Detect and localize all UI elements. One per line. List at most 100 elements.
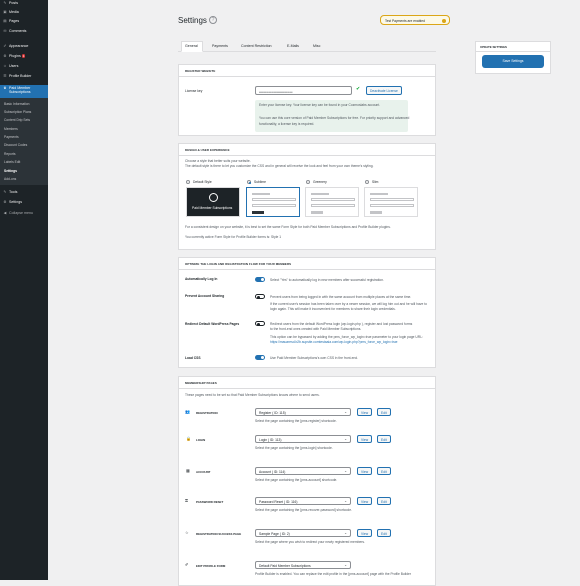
menu-item-pages[interactable]: ▤ Pages <box>3 19 19 23</box>
login-page-select[interactable]: Login ( ID: 113) ⌄ <box>255 435 351 443</box>
login-edit-button[interactable]: Edit <box>377 435 391 443</box>
menu-item-users[interactable]: ☺ Users <box>3 64 18 68</box>
registration-success-page-select[interactable]: Sample Page ( ID: 2) ⌄ <box>255 529 351 537</box>
style-radio-slim[interactable] <box>365 180 369 184</box>
style-preview-sublime[interactable] <box>246 187 300 217</box>
menu-item-media[interactable]: ▣ Media <box>3 10 19 14</box>
registration-page-select[interactable]: Register ( ID: 115) ⌄ <box>255 408 351 416</box>
preview-field <box>252 204 296 207</box>
menu-item-paid-member-subscriptions[interactable]: ♛ Paid Member Subscriptions <box>0 85 48 98</box>
profile-builder-icon: ☰ <box>3 74 7 78</box>
registration-view-button[interactable]: View <box>357 408 373 416</box>
admin-sidebar: ✎ Posts ▣ Media ▤ Pages ✉ Comments ✐ Appearan… <box>0 0 48 580</box>
select-value: Password Reset ( ID: 116) <box>259 500 298 504</box>
style-preview-greenery[interactable] <box>305 187 359 217</box>
menu-item-plugins[interactable]: ⚙ Plugins 1 <box>3 54 26 58</box>
auto-login-toggle[interactable] <box>255 277 265 282</box>
select-value: Register ( ID: 115) <box>259 411 286 415</box>
menu-item-posts[interactable]: ✎ Posts <box>3 1 18 5</box>
card-title: DESIGN & USER EXPERIENCE <box>179 144 435 156</box>
tab-content-restriction[interactable]: Content Restriction <box>241 44 272 48</box>
menu-label: Plugins <box>9 54 21 58</box>
submenu-labels-edit[interactable]: Labels Edit <box>4 160 20 164</box>
account-page-select[interactable]: Account ( ID: 114) ⌄ <box>255 467 351 475</box>
tab-e-mails[interactable]: E-Mails <box>287 44 299 48</box>
submenu-members[interactable]: Members <box>4 127 18 131</box>
password-reset-view-button[interactable]: View <box>357 497 373 505</box>
redirect-wp-desc-2: to the front-end ones created with Paid … <box>270 327 362 331</box>
card-title: REGISTER WEBSITE <box>179 65 435 77</box>
redirect-wp-toggle[interactable] <box>255 321 265 326</box>
submenu-settings[interactable]: Settings <box>4 169 17 173</box>
save-settings-button[interactable]: Save Settings <box>482 55 544 68</box>
edit-profile-form-select[interactable]: Default Paid Member Subscriptions ⌄ <box>255 561 351 569</box>
menu-label: Settings <box>9 200 22 204</box>
submenu-add-ons[interactable]: Add-ons <box>4 177 16 181</box>
submenu-basic-information[interactable]: Basic Information <box>4 102 29 106</box>
registration-success-view-button[interactable]: View <box>357 529 373 537</box>
register-website-card: REGISTER WEBSITE License key •••••••••••… <box>178 64 436 136</box>
preview-field <box>252 198 296 201</box>
menu-label: Collapse menu <box>9 211 33 215</box>
redirect-wp-url-link[interactable]: https://mauaresd.b2b.supsite.comtestaaia… <box>270 340 397 344</box>
chevron-down-icon: ⌄ <box>344 499 347 503</box>
preview-field <box>311 204 355 207</box>
account-page-desc: Select the page containing the [pms-acco… <box>255 478 338 482</box>
comments-icon: ✉ <box>3 29 7 33</box>
style-radio-greenery[interactable] <box>306 180 310 184</box>
menu-label: Comments <box>9 29 27 33</box>
menu-label: Appearance <box>9 44 29 48</box>
menu-item-settings[interactable]: ⚙ Settings <box>3 200 22 204</box>
auto-login-desc: Select "Yes" to automatically log in new… <box>270 278 384 282</box>
style-radio-default[interactable] <box>186 180 190 184</box>
page-label-registration: REGISTRATION <box>196 411 218 415</box>
registration-success-edit-button[interactable]: Edit <box>377 529 391 537</box>
help-icon[interactable]: ? <box>209 16 217 24</box>
login-page-desc: Select the page containing the [pms-logi… <box>255 446 333 450</box>
style-label-slim: Slim <box>372 180 379 184</box>
license-key-input[interactable]: •••••••••••••••••••••••••••••••• <box>255 86 352 95</box>
menu-label: Posts <box>9 1 18 5</box>
update-settings-panel: UPDATE SETTINGS Save Settings <box>475 41 551 74</box>
page-label-login: LOGIN <box>196 438 206 442</box>
submenu-reports[interactable]: Reports <box>4 152 16 156</box>
submenu-discount-codes[interactable]: Discount Codes <box>4 143 27 147</box>
submenu-payments[interactable]: Payments <box>4 135 19 139</box>
style-preview-slim[interactable] <box>364 187 418 217</box>
submenu-subscription-plans[interactable]: Subscription Plans <box>4 110 31 114</box>
star-icon: ☆ <box>185 530 189 535</box>
tab-payments[interactable]: Payments <box>212 44 228 48</box>
preview-line <box>252 193 270 195</box>
preview-line <box>370 193 388 195</box>
menu-item-tools[interactable]: ✎ Tools <box>3 190 17 194</box>
style-preview-default[interactable]: Paid Member Subscriptions <box>186 187 240 217</box>
page-label-account: ACCOUNT <box>196 470 211 474</box>
registration-edit-button[interactable]: Edit <box>377 408 391 416</box>
update-count-badge: 1 <box>21 54 26 58</box>
tab-general[interactable]: General <box>185 44 198 48</box>
chevron-down-icon: ⌄ <box>344 563 347 567</box>
deactivate-license-button[interactable]: Deactivate License <box>366 86 402 95</box>
account-view-button[interactable]: View <box>357 467 373 475</box>
account-edit-button[interactable]: Edit <box>377 467 391 475</box>
load-css-toggle[interactable] <box>255 355 265 360</box>
submenu-content-drip-sets[interactable]: Content Drip Sets <box>4 118 30 122</box>
preview-field <box>370 204 414 207</box>
login-view-button[interactable]: View <box>357 435 373 443</box>
select-value: Sample Page ( ID: 2) <box>259 532 290 536</box>
password-reset-page-select[interactable]: Password Reset ( ID: 116) ⌄ <box>255 497 351 505</box>
password-reset-edit-button[interactable]: Edit <box>377 497 391 505</box>
menu-label: Users <box>9 64 19 68</box>
collapse-menu-button[interactable]: ◀ Collapse menu <box>3 211 33 215</box>
users-icon: ☺ <box>3 64 7 68</box>
card-title: MEMBERSHIP PAGES <box>179 377 435 389</box>
style-radio-sublime[interactable] <box>247 180 251 184</box>
prevent-sharing-toggle[interactable] <box>255 294 265 299</box>
menu-item-profile-builder[interactable]: ☰ Profile Builder <box>3 74 31 78</box>
license-key-label: License key <box>185 89 203 93</box>
tab-misc[interactable]: Misc <box>313 44 320 48</box>
style-label-default: Default Style <box>193 180 212 184</box>
select-value: Login ( ID: 113) <box>259 438 282 442</box>
menu-item-comments[interactable]: ✉ Comments <box>3 29 26 33</box>
menu-item-appearance[interactable]: ✐ Appearance <box>3 44 28 48</box>
